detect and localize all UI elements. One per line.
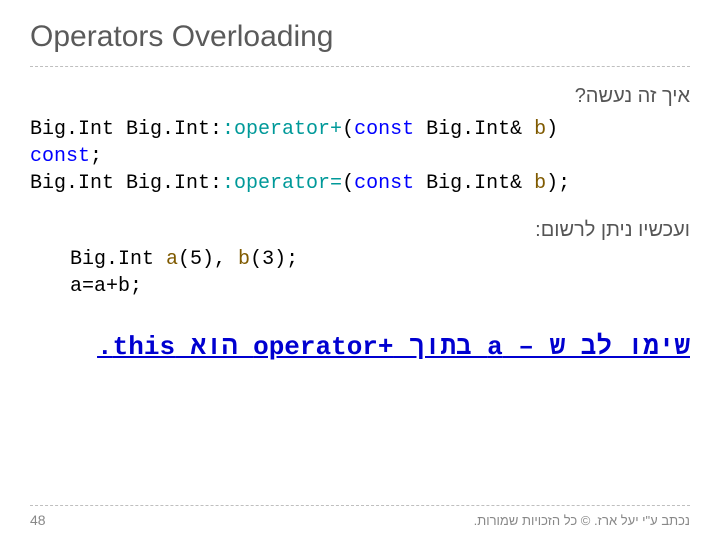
divider-bottom — [30, 505, 690, 506]
code-var: a — [166, 248, 178, 271]
attn-text: שימו לב ש – — [503, 332, 690, 362]
code-text: :operator+ — [222, 118, 342, 141]
code-text: ( — [342, 172, 354, 195]
code-text: ) — [546, 118, 558, 141]
code-var: b — [238, 248, 250, 271]
code-text: (3); — [250, 248, 298, 271]
code-block-1: Big.Int Big.Int::operator+(const Big.Int… — [30, 116, 690, 197]
code-text: Big.Int Big.Int: — [30, 118, 222, 141]
code-keyword: const — [30, 145, 90, 168]
code-text: ( — [342, 118, 354, 141]
code-var: b — [534, 172, 546, 195]
hebrew-question: איך זה נעשה? — [30, 85, 690, 108]
page-title: Operators Overloading — [30, 20, 690, 54]
attn-text: . — [97, 332, 113, 362]
attn-code: a — [487, 332, 503, 362]
code-text: Big.Int — [70, 248, 166, 271]
code-text: a=a+b; — [70, 275, 142, 298]
attn-code: this — [113, 332, 175, 362]
code-keyword: const — [354, 118, 414, 141]
code-block-2: Big.Int a(5), b(3); a=a+b; — [70, 246, 690, 300]
code-text: ; — [90, 145, 102, 168]
divider-top — [30, 66, 690, 67]
attn-text: הוא — [175, 332, 253, 362]
code-text: (5), — [178, 248, 238, 271]
attn-text: בתוך — [394, 332, 488, 362]
page-number: 48 — [30, 512, 46, 528]
code-keyword: const — [354, 172, 414, 195]
attn-code: operator+ — [253, 332, 393, 362]
code-text: Big.Int& — [414, 172, 534, 195]
code-text: :operator= — [222, 172, 342, 195]
attention-note: שימו לב ש – a בתוך operator+ הוא this. — [30, 330, 690, 365]
code-text: ); — [546, 172, 570, 195]
footer: 48 נכתב ע"י יעל ארז. © כל הזכויות שמורות… — [30, 505, 690, 528]
hebrew-now: ועכשיו ניתן לרשום: — [30, 219, 690, 242]
code-text: Big.Int& — [414, 118, 534, 141]
footer-copyright: נכתב ע"י יעל ארז. © כל הזכויות שמורות. — [474, 513, 690, 528]
code-text: Big.Int Big.Int: — [30, 172, 222, 195]
code-var: b — [534, 118, 546, 141]
